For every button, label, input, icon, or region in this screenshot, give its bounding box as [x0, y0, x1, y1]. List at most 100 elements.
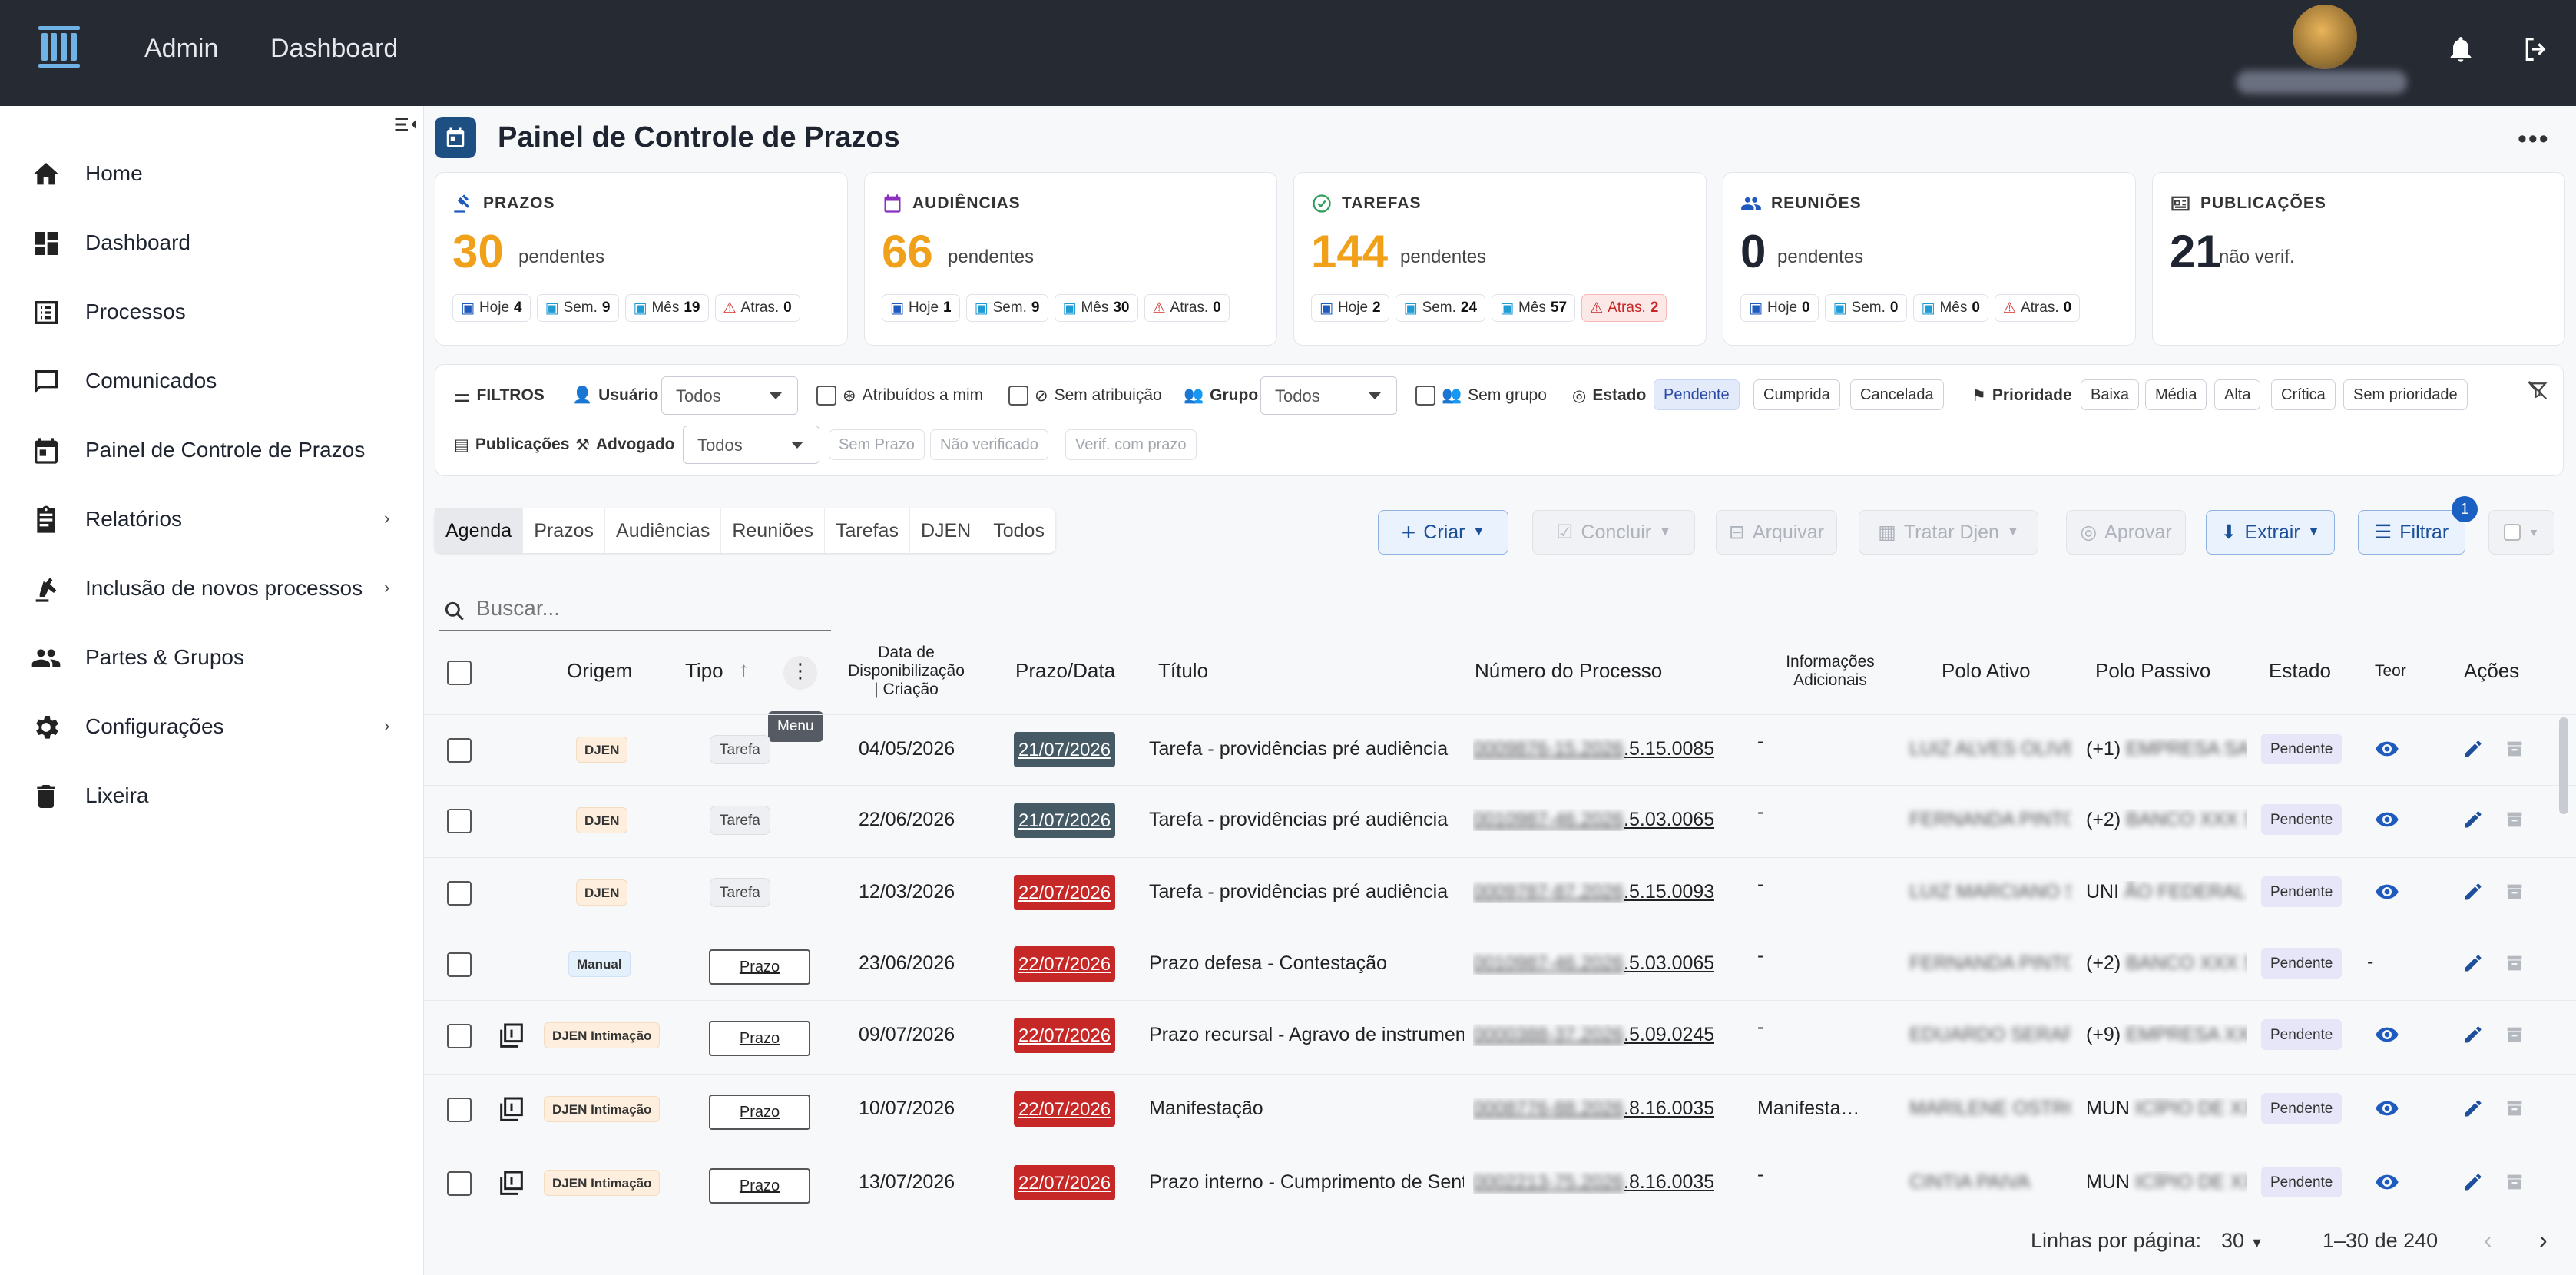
titulo[interactable]: Tarefa - providências pré audiência [1149, 738, 1464, 760]
prazo-date-link[interactable]: 22/07/2026 [1014, 946, 1115, 982]
chip-atrasados[interactable]: ⚠ Atras. 0 [1144, 294, 1230, 322]
titulo[interactable]: Tarefa - providências pré audiência [1149, 881, 1464, 903]
eye-icon[interactable] [2375, 1170, 2399, 1194]
col-polo-ativo[interactable]: Polo Ativo [1942, 659, 2031, 683]
eye-icon[interactable] [2375, 1022, 2399, 1047]
atribuidos-checkbox[interactable]: ⊛ Atribuídos a mim [816, 377, 983, 414]
col-numero-processo[interactable]: Número do Processo [1475, 659, 1662, 683]
col-titulo[interactable]: Título [1158, 659, 1208, 683]
pub-nao-verificado[interactable]: Não verificado [930, 429, 1048, 460]
table-row[interactable]: DJEN Intimação Prazo 10/07/2026 22/07/20… [424, 1074, 2576, 1143]
sem-atribuicao-checkbox[interactable]: ⊘ Sem atribuição [1008, 377, 1162, 414]
prazo-date-link[interactable]: 21/07/2026 [1014, 803, 1115, 838]
concluir-button[interactable]: ☑ Concluir ▼ [1532, 510, 1695, 555]
numero-processo-link[interactable]: 0008776-88.2026.8.16.0035 [1473, 1098, 1714, 1120]
select-all-checkbox[interactable] [447, 661, 472, 690]
numero-processo-link[interactable]: 0010987-46.2026.5.03.0065 [1473, 809, 1714, 831]
card-audiencias[interactable]: AUDIÊNCIAS 66 pendentes ▣ Hoje 1 ▣ Sem. 9 ▣ M… [864, 172, 1277, 346]
table-row[interactable]: DJEN Tarefa 12/03/2026 22/07/2026 Tarefa… [424, 857, 2576, 926]
extrair-button[interactable]: ⬇ Extrair ▼ [2206, 510, 2335, 555]
titulo[interactable]: Prazo interno - Cumprimento de Sentença [1149, 1171, 1464, 1194]
sidebar-item-relatorios[interactable]: Relatórios › [0, 492, 424, 545]
archive-icon[interactable] [2504, 1171, 2525, 1193]
select-menu-button[interactable]: ▼ [2488, 510, 2554, 555]
pencil-icon[interactable] [2462, 1098, 2484, 1119]
chip-atrasados[interactable]: ⚠ Atras. 0 [1994, 294, 2081, 322]
copy-group-icon[interactable] [496, 1021, 527, 1051]
archive-icon[interactable] [2504, 1024, 2525, 1045]
row-checkbox[interactable] [447, 1171, 472, 1196]
table-row[interactable]: DJEN Tarefa 04/05/2026 21/07/2026 Tarefa… [424, 714, 2576, 783]
titulo[interactable]: Manifestação [1149, 1098, 1464, 1120]
logout-icon[interactable] [2521, 34, 2551, 65]
more-options-icon[interactable]: ••• [2518, 124, 2550, 154]
pencil-icon[interactable] [2462, 881, 2484, 902]
pencil-icon[interactable] [2462, 1024, 2484, 1045]
chip-hoje[interactable]: ▣ Hoje 1 [882, 294, 960, 322]
titulo[interactable]: Tarefa - providências pré audiência [1149, 809, 1464, 831]
prioridade-alta[interactable]: Alta [2214, 379, 2261, 410]
table-row[interactable]: DJEN Tarefa 22/06/2026 21/07/2026 Tarefa… [424, 785, 2576, 854]
prioridade-baixa[interactable]: Baixa [2081, 379, 2140, 410]
numero-processo-link[interactable]: 0009876-15.2026.5.15.0085 [1473, 738, 1714, 760]
avatar[interactable] [2293, 5, 2357, 69]
prazo-date-link[interactable]: 22/07/2026 [1014, 1091, 1115, 1127]
pencil-icon[interactable] [2462, 952, 2484, 974]
archive-icon[interactable] [2504, 881, 2525, 902]
prev-page-icon[interactable]: ‹ [2484, 1226, 2492, 1254]
criar-button[interactable]: + Criar ▼ [1378, 510, 1508, 555]
search-input[interactable]: Buscar... [439, 587, 831, 631]
archive-icon[interactable] [2504, 1098, 2525, 1119]
arquivar-button[interactable]: ⊟ Arquivar [1716, 510, 1837, 555]
sidebar-item-configuracoes[interactable]: Configurações › [0, 699, 424, 753]
rows-per-page-select[interactable]: 30 ▼ [2221, 1229, 2263, 1253]
row-checkbox[interactable] [447, 952, 472, 977]
pencil-icon[interactable] [2462, 809, 2484, 830]
prazo-date-link[interactable]: 22/07/2026 [1014, 1165, 1115, 1200]
nav-admin-link[interactable]: Admin [144, 34, 218, 64]
sidebar-item-comunicados[interactable]: Comunicados [0, 353, 424, 407]
sidebar-item-partes[interactable]: Partes & Grupos [0, 630, 424, 684]
column-menu-icon[interactable]: ⋮ [783, 656, 817, 690]
archive-icon[interactable] [2504, 952, 2525, 974]
chip-mes[interactable]: ▣ Mês 0 [1912, 294, 1988, 322]
row-checkbox[interactable] [447, 1098, 472, 1122]
tab-reunioes[interactable]: Reuniões [721, 508, 825, 553]
estado-cumprida[interactable]: Cumprida [1753, 379, 1840, 410]
chip-semana[interactable]: ▣ Sem. 0 [1824, 294, 1907, 322]
col-acoes[interactable]: Ações [2464, 659, 2519, 683]
advogado-select[interactable]: Todos [683, 426, 819, 464]
sidebar-item-painel[interactable]: Painel de Controle de Prazos [0, 422, 424, 476]
table-row[interactable]: DJEN Intimação Prazo 13/07/2026 22/07/20… [424, 1148, 2576, 1217]
card-publicacoes[interactable]: PUBLICAÇÕES 21 não verif. [2152, 172, 2565, 346]
next-page-icon[interactable]: › [2539, 1226, 2548, 1254]
col-disponibilizacao[interactable]: Data de Disponibilização | Criação [837, 644, 975, 699]
col-info-adicionais[interactable]: Informações Adicionais [1773, 653, 1888, 690]
pub-verif-com-prazo[interactable]: Verif. com prazo [1065, 429, 1197, 460]
eye-icon[interactable] [2375, 879, 2399, 904]
pencil-icon[interactable] [2462, 1171, 2484, 1193]
card-reunioes[interactable]: REUNIÕES 0 pendentes ▣ Hoje 0 ▣ Sem. 0 ▣ Mês 0… [1723, 172, 2136, 346]
chip-mes[interactable]: ▣ Mês 57 [1492, 294, 1576, 322]
usuario-select[interactable]: Todos [661, 376, 798, 415]
tab-agenda[interactable]: Agenda [435, 508, 524, 553]
grupo-select[interactable]: Todos [1260, 376, 1397, 415]
card-tarefas[interactable]: TAREFAS 144 pendentes ▣ Hoje 2 ▣ Sem. 24 ▣ Mê… [1293, 172, 1707, 346]
pencil-icon[interactable] [2462, 738, 2484, 760]
chip-semana[interactable]: ▣ Sem. 24 [1395, 294, 1486, 322]
prioridade-media[interactable]: Média [2145, 379, 2207, 410]
sidebar-item-inclusao[interactable]: Inclusão de novos processos › [0, 561, 424, 614]
table-row[interactable]: Manual Prazo 23/06/2026 22/07/2026 Prazo… [424, 929, 2576, 998]
numero-processo-link[interactable]: 0010987-46.2026.5.03.0065 [1473, 952, 1714, 975]
pub-sem-prazo[interactable]: Sem Prazo [829, 429, 925, 460]
estado-cancelada[interactable]: Cancelada [1850, 379, 1944, 410]
row-checkbox[interactable] [447, 1024, 472, 1048]
col-tipo[interactable]: Tipo [685, 659, 723, 683]
chip-atrasados[interactable]: ⚠ Atras. 2 [1581, 294, 1667, 322]
chip-hoje[interactable]: ▣ Hoje 2 [1311, 294, 1389, 322]
tab-tarefas[interactable]: Tarefas [825, 508, 910, 553]
prazo-date-link[interactable]: 22/07/2026 [1014, 875, 1115, 910]
col-estado[interactable]: Estado [2269, 659, 2331, 683]
tab-audiencias[interactable]: Audiências [605, 508, 722, 553]
scrollbar[interactable] [2559, 717, 2568, 814]
